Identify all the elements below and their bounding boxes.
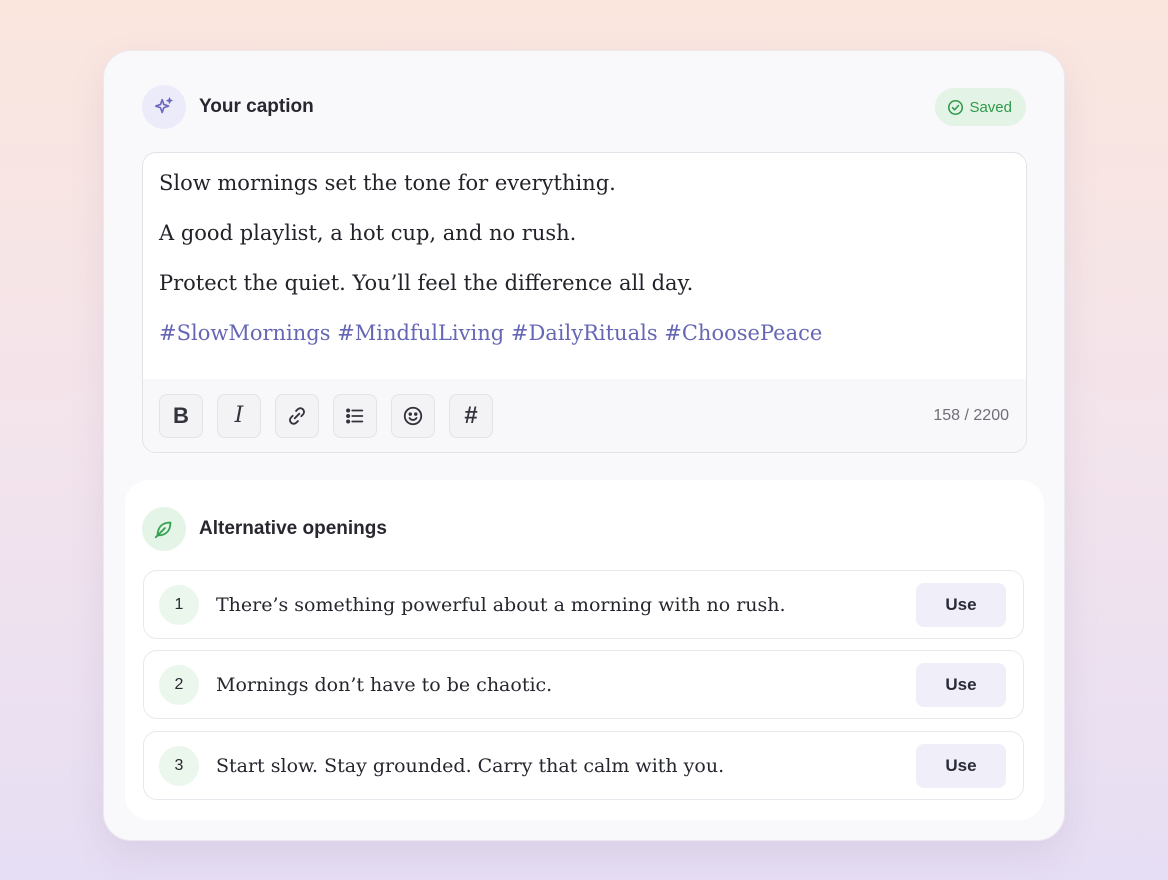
link-button[interactable] [275,393,319,438]
caption-line: Slow mornings set the tone for everythin… [159,171,616,195]
character-count: 158 / 2200 [933,406,1009,424]
check-circle-icon [948,99,964,115]
bullet-list-button[interactable] [333,393,377,438]
sparkles-icon [142,85,186,129]
italic-icon: I [234,403,244,428]
alternative-opening-text: There’s something powerful about a morni… [216,593,786,616]
alternative-opening-text: Mornings don’t have to be chaotic. [216,673,553,696]
hashtag-icon: # [464,401,478,429]
item-number: 1 [159,584,199,625]
alternative-openings-title: Alternative openings [199,518,387,539]
alternative-opening-text: Start slow. Stay grounded. Carry that ca… [216,754,725,777]
emoji-icon [403,406,423,425]
saved-status-label: Saved [969,98,1012,116]
item-number: 3 [159,745,199,786]
leaf-icon [142,507,186,551]
alternative-opening-item: 1 There’s something powerful about a mor… [143,570,1024,639]
use-button[interactable]: Use [916,582,1006,627]
emoji-button[interactable] [391,393,435,438]
caption-card: Your caption Saved Slow mornings set the… [103,50,1065,841]
item-number: 2 [159,664,199,705]
caption-header: Your caption Saved [142,85,1026,129]
use-button[interactable]: Use [916,662,1006,707]
alternative-openings-panel: Alternative openings 1 There’s something… [125,480,1044,820]
use-button[interactable]: Use [916,743,1006,788]
saved-status-badge: Saved [935,88,1026,126]
alternative-opening-item: 3 Start slow. Stay grounded. Carry that … [143,731,1024,800]
caption-line: A good playlist, a hot cup, and no rush. [159,221,577,245]
link-icon [289,406,305,425]
caption-title: Your caption [199,96,314,117]
italic-button[interactable]: I [217,393,261,438]
alternative-opening-item: 2 Mornings don’t have to be chaotic. Use [143,650,1024,719]
alternative-openings-header: Alternative openings [142,507,387,551]
list-icon [346,407,364,424]
caption-line: Protect the quiet. You’ll feel the diffe… [159,271,694,295]
hashtag-button[interactable]: # [449,393,493,438]
caption-editor[interactable]: Slow mornings set the tone for everythin… [142,152,1027,453]
formatting-toolbar: B I # 158 / 2200 [143,379,1026,452]
caption-hashtags: #SlowMornings #MindfulLiving #DailyRitua… [159,321,823,345]
bold-button[interactable]: B [159,393,203,438]
bold-icon: B [173,402,189,428]
caption-text-area[interactable]: Slow mornings set the tone for everythin… [159,170,1010,370]
